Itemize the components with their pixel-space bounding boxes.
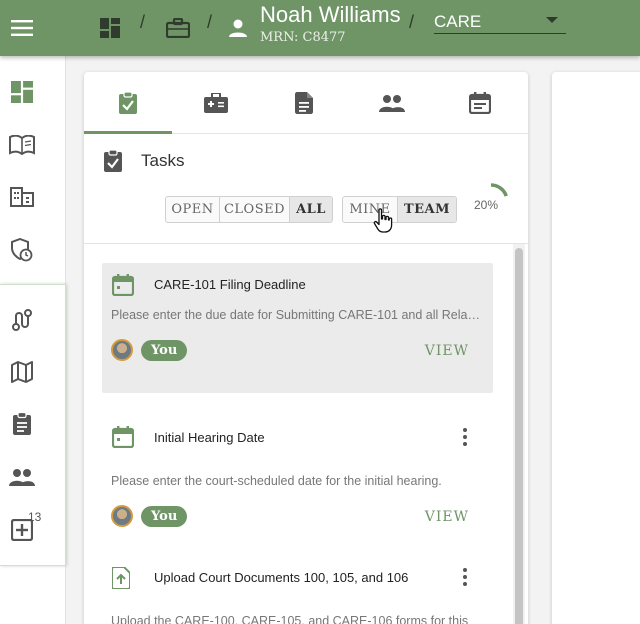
filter-team-button[interactable]: TEAM [398,197,456,222]
task-card[interactable]: Upload Court Documents 100, 105, and 106… [102,559,493,624]
briefcase-icon[interactable] [164,0,192,56]
program-select-value: CARE [434,11,482,31]
nav-book[interactable] [0,123,44,167]
active-tab-indicator [84,131,172,134]
route-icon [12,309,32,331]
breadcrumb-separator: / [140,12,146,32]
patient-mrn: MRN: C8477 [260,30,346,45]
avatar [111,505,133,527]
tab-documents[interactable] [260,72,348,134]
task-description: Please enter the due date for Submitting… [111,308,483,322]
filter-all-button[interactable]: ALL [290,197,332,222]
section-title: Tasks [141,151,185,170]
calendar-icon [469,92,491,114]
tab-calendar[interactable] [436,72,524,134]
nav-dashboard[interactable] [0,70,44,114]
dashboard-icon[interactable] [98,0,122,56]
upload-file-icon [111,566,131,594]
status-filter-group: OPEN CLOSED ALL [165,196,333,223]
filter-closed-button[interactable]: CLOSED [220,197,290,222]
left-nav: 13 [0,56,66,624]
panel-tabs [84,72,528,134]
avatar [111,339,133,361]
people-icon [9,469,35,486]
person-icon [226,0,250,56]
nav-shield-clock[interactable] [0,228,44,272]
medical-bag-icon [204,93,228,113]
tab-medical[interactable] [172,72,260,134]
chevron-down-icon [546,17,558,23]
tab-team[interactable] [348,72,436,134]
task-check-icon [104,149,122,177]
nav-badge-count: 13 [28,510,42,524]
calendar-icon [111,274,135,301]
menu-icon[interactable] [8,0,36,56]
book-icon [9,135,35,155]
calendar-icon [111,426,135,453]
view-task-button[interactable]: VIEW [425,343,469,359]
task-check-icon [119,92,137,114]
task-description: Upload the CARE-100, CARE-105, and CARE-… [111,614,469,624]
task-card[interactable]: Initial Hearing Date Please enter the co… [102,417,493,537]
nav-building[interactable] [0,175,44,219]
more-options-icon[interactable] [463,568,467,586]
shield-clock-icon [11,238,33,262]
filter-open-button[interactable]: OPEN [166,197,220,222]
more-options-icon[interactable] [463,428,467,446]
nav-clipboard[interactable] [0,402,44,446]
top-app-bar: / / Noah Williams MRN: C8477 / CARE [0,0,640,56]
nav-people[interactable] [0,455,44,499]
task-title: CARE-101 Filing Deadline [154,277,306,292]
breadcrumb-separator: / [409,12,415,32]
list-divider [84,243,528,244]
scrollbar-thumb[interactable] [515,248,523,624]
program-select[interactable]: CARE [434,10,566,34]
assignee-badge: You [141,340,188,361]
tasks-panel: Tasks OPEN CLOSED ALL MINE TEAM 20% CARE… [84,72,528,624]
clipboard-icon [13,412,31,435]
assignee-badge: You [141,506,188,527]
building-icon [10,187,34,207]
nav-route[interactable] [0,298,44,342]
hand-cursor-icon [373,208,393,233]
progress-label: 20% [474,198,499,212]
patient-name: Noah Williams [260,2,401,27]
breadcrumb-separator: / [207,12,213,32]
owner-filter-group: MINE TEAM [342,196,457,223]
view-task-button[interactable]: VIEW [425,509,469,525]
dashboard-icon [11,81,33,103]
people-icon [379,95,405,112]
task-title: Initial Hearing Date [154,430,265,445]
task-title: Upload Court Documents 100, 105, and 106 [154,570,409,585]
tab-tasks[interactable] [84,72,172,134]
side-panel [552,72,640,624]
task-card[interactable]: CARE-101 Filing Deadline Please enter th… [102,263,493,393]
task-description: Please enter the court-scheduled date fo… [111,474,442,488]
map-icon [11,361,33,383]
nav-map[interactable] [0,350,44,394]
document-icon [295,92,313,114]
